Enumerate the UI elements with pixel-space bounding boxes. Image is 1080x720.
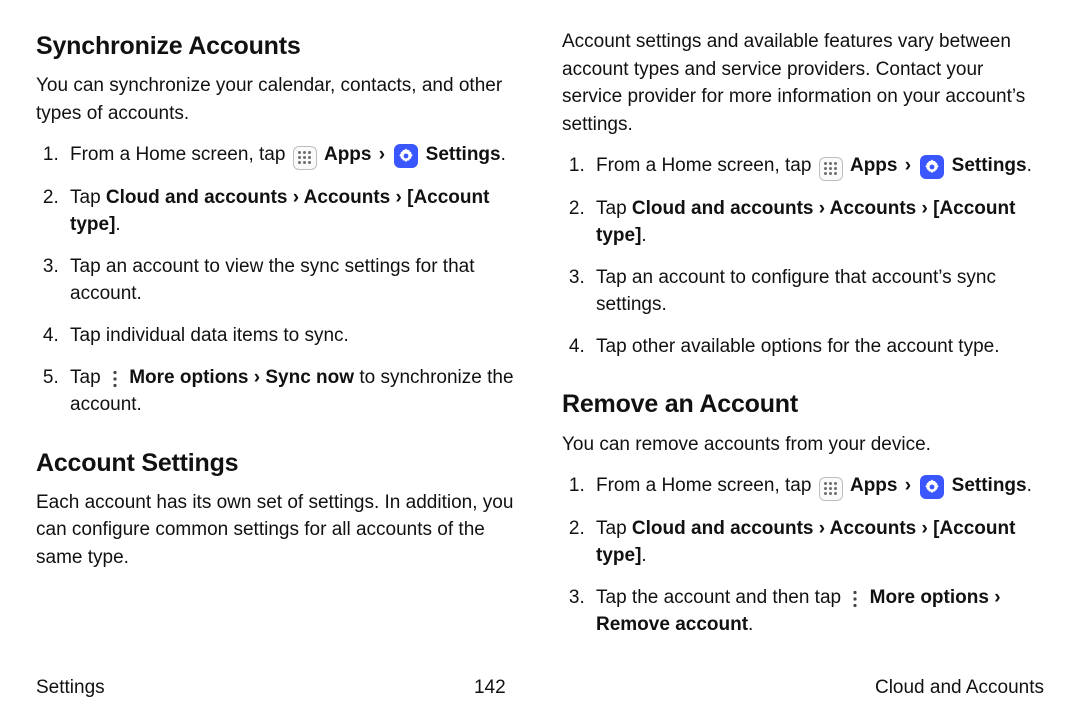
account-settings-steps: From a Home screen, tap Apps Settings. T…: [562, 152, 1044, 360]
text: .: [641, 225, 646, 246]
bold-path: Cloud and accounts › Accounts › [Account…: [596, 198, 1015, 247]
text: Tap: [70, 187, 106, 208]
two-column-layout: Synchronize Accounts You can synchronize…: [36, 28, 1044, 662]
remove-intro: You can remove accounts from your device…: [562, 431, 1044, 459]
sync-step-3: Tap an account to view the sync settings…: [64, 253, 518, 308]
settings-icon: [920, 475, 944, 499]
text: .: [1027, 155, 1032, 176]
text: Tap: [70, 367, 106, 388]
bold-path: Cloud and accounts › Accounts › [Account…: [596, 518, 1015, 567]
footer-left: Settings: [36, 674, 105, 702]
sync-step-2: Tap Cloud and accounts › Accounts › [Acc…: [64, 184, 518, 239]
text: .: [115, 214, 120, 235]
sync-step-1: From a Home screen, tap Apps Settings.: [64, 141, 518, 170]
text: From a Home screen, tap: [596, 155, 817, 176]
more-options-icon: [848, 588, 862, 610]
sync-step-5: Tap More options › Sync now to synchroni…: [64, 364, 518, 419]
settings-label: Settings: [426, 144, 501, 165]
text: .: [748, 614, 753, 635]
heading-synchronize-accounts: Synchronize Accounts: [36, 28, 518, 64]
remove-step-2: Tap Cloud and accounts › Accounts › [Acc…: [590, 515, 1044, 570]
text: .: [641, 545, 646, 566]
settings-icon: [920, 155, 944, 179]
text: Tap the account and then tap: [596, 587, 846, 608]
account-settings-continued: Account settings and available features …: [562, 28, 1044, 138]
apps-icon: [819, 157, 843, 181]
apps-label: Apps: [324, 144, 372, 165]
apps-label: Apps: [850, 475, 898, 496]
remove-step-1: From a Home screen, tap Apps Settings.: [590, 472, 1044, 501]
settings-icon: [394, 144, 418, 168]
apps-icon: [819, 477, 843, 501]
chevron-icon: [903, 475, 913, 496]
text: Tap: [596, 198, 632, 219]
sync-intro: You can synchronize your calendar, conta…: [36, 72, 518, 127]
acct-step-1: From a Home screen, tap Apps Settings.: [590, 152, 1044, 181]
text: From a Home screen, tap: [70, 144, 291, 165]
account-settings-intro: Each account has its own set of settings…: [36, 489, 518, 572]
acct-step-4: Tap other available options for the acco…: [590, 333, 1044, 361]
remove-steps: From a Home screen, tap Apps Settings. T…: [562, 472, 1044, 639]
remove-step-3: Tap the account and then tap More option…: [590, 584, 1044, 639]
heading-account-settings: Account Settings: [36, 445, 518, 481]
text: .: [501, 144, 506, 165]
bold-path: Cloud and accounts › Accounts › [Account…: [70, 187, 489, 236]
apps-icon: [293, 146, 317, 170]
footer-page-number: 142: [474, 674, 506, 702]
acct-step-2: Tap Cloud and accounts › Accounts › [Acc…: [590, 195, 1044, 250]
bold-path: More options › Sync now: [129, 367, 354, 388]
heading-remove-account: Remove an Account: [562, 386, 1044, 422]
apps-label: Apps: [850, 155, 898, 176]
chevron-icon: [903, 155, 913, 176]
text: From a Home screen, tap: [596, 475, 817, 496]
sync-steps: From a Home screen, tap Apps Settings. T…: [36, 141, 518, 418]
more-options-icon: [108, 368, 122, 390]
left-column: Synchronize Accounts You can synchronize…: [36, 28, 518, 662]
sync-step-4: Tap individual data items to sync.: [64, 322, 518, 350]
right-column: Account settings and available features …: [562, 28, 1044, 662]
footer-right: Cloud and Accounts: [875, 674, 1044, 702]
acct-step-3: Tap an account to configure that account…: [590, 264, 1044, 319]
page-footer: Settings 142 Cloud and Accounts: [36, 662, 1044, 702]
chevron-icon: [377, 144, 387, 165]
text: .: [1027, 475, 1032, 496]
text: Tap: [596, 518, 632, 539]
settings-label: Settings: [952, 155, 1027, 176]
settings-label: Settings: [952, 475, 1027, 496]
